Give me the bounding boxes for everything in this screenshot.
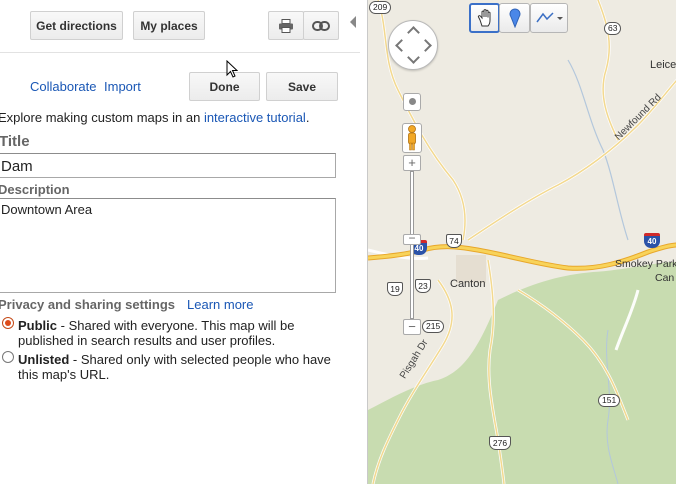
title-input[interactable]: Dam bbox=[0, 153, 336, 178]
save-button[interactable]: Save bbox=[266, 72, 338, 101]
placemark-tool-button[interactable] bbox=[499, 3, 530, 33]
title-label: Title bbox=[0, 133, 30, 150]
mouse-cursor-icon bbox=[226, 60, 238, 78]
hand-tool-icon bbox=[477, 9, 490, 27]
public-option-title: Public bbox=[18, 318, 58, 333]
route-23-shield: 23 bbox=[415, 279, 431, 293]
pan-up-icon[interactable] bbox=[407, 26, 420, 39]
pan-left-icon[interactable] bbox=[395, 39, 408, 52]
collaborate-link[interactable]: Collaborate bbox=[30, 79, 97, 94]
line-tool-icon bbox=[536, 12, 563, 23]
reset-dot-icon bbox=[408, 98, 416, 105]
intro-text-end: . bbox=[305, 110, 310, 125]
zoom-slider-handle[interactable]: − bbox=[403, 232, 421, 245]
route-215-shield: 215 bbox=[422, 320, 445, 333]
link-icon bbox=[312, 20, 330, 31]
description-label: Description bbox=[0, 182, 70, 197]
reset-view-button[interactable] bbox=[403, 93, 421, 111]
pan-down-icon[interactable] bbox=[407, 51, 420, 64]
description-value: Downtown Area bbox=[1, 202, 93, 217]
map-view[interactable]: 209 63 40 40 74 19 23 215 151 276 Canton… bbox=[367, 0, 676, 484]
route-19-shield: 19 bbox=[387, 282, 403, 296]
get-directions-button[interactable]: Get directions bbox=[30, 11, 123, 40]
done-button[interactable]: Done bbox=[189, 72, 260, 101]
unlisted-radio[interactable] bbox=[2, 351, 14, 363]
intro-text: Explore making custom maps in an interac… bbox=[0, 110, 309, 125]
privacy-label: Privacy and sharing settings bbox=[0, 297, 176, 312]
pegman-icon bbox=[408, 125, 416, 151]
import-link[interactable]: Import bbox=[104, 79, 141, 94]
interactive-tutorial-link[interactable]: interactive tutorial bbox=[204, 110, 306, 125]
link-button[interactable] bbox=[303, 11, 339, 40]
intro-text-body: Explore making custom maps in an bbox=[0, 110, 204, 125]
print-icon bbox=[279, 18, 293, 33]
learn-more-link[interactable]: Learn more bbox=[187, 297, 253, 312]
zoom-out-button[interactable]: − bbox=[403, 319, 421, 335]
route-63-shield: 63 bbox=[604, 22, 622, 35]
pan-right-icon[interactable] bbox=[419, 39, 432, 52]
unlisted-option-text: Unlisted - Shared only with selected peo… bbox=[18, 352, 343, 382]
zoom-track[interactable] bbox=[410, 171, 414, 319]
public-option-desc: - Shared with everyone. This map will be… bbox=[18, 318, 295, 348]
route-209-shield: 209 bbox=[369, 1, 392, 14]
town-label-canton: Canton bbox=[450, 278, 486, 290]
left-panel: Get directions My places Collaborate Imp… bbox=[0, 0, 367, 484]
toolbar-divider bbox=[0, 52, 360, 53]
print-button[interactable] bbox=[268, 11, 304, 40]
route-151-shield: 151 bbox=[598, 394, 621, 407]
public-radio[interactable] bbox=[2, 317, 14, 329]
public-option-text: Public - Shared with everyone. This map … bbox=[18, 318, 343, 348]
title-input-value: Dam bbox=[1, 158, 33, 175]
pegman-button[interactable] bbox=[402, 123, 422, 153]
pan-control[interactable] bbox=[388, 20, 438, 70]
my-places-button[interactable]: My places bbox=[133, 11, 205, 40]
town-label-can: Can bbox=[655, 272, 675, 284]
description-textarea[interactable]: Downtown Area bbox=[0, 198, 336, 293]
unlisted-option-title: Unlisted bbox=[18, 352, 70, 367]
line-tool-button[interactable] bbox=[530, 3, 568, 33]
placemark-tool-icon bbox=[509, 8, 520, 28]
route-74-shield: 74 bbox=[446, 234, 462, 248]
road-label-smokey-park: Smokey Park H bbox=[615, 258, 676, 270]
interstate-40-shield-east: 40 bbox=[644, 233, 660, 248]
collapse-arrow-icon[interactable] bbox=[350, 16, 356, 28]
zoom-in-button[interactable]: + bbox=[403, 155, 421, 171]
route-276-shield: 276 bbox=[489, 436, 511, 450]
hand-tool-button[interactable] bbox=[469, 3, 500, 33]
town-label-leice: Leice bbox=[650, 59, 676, 71]
